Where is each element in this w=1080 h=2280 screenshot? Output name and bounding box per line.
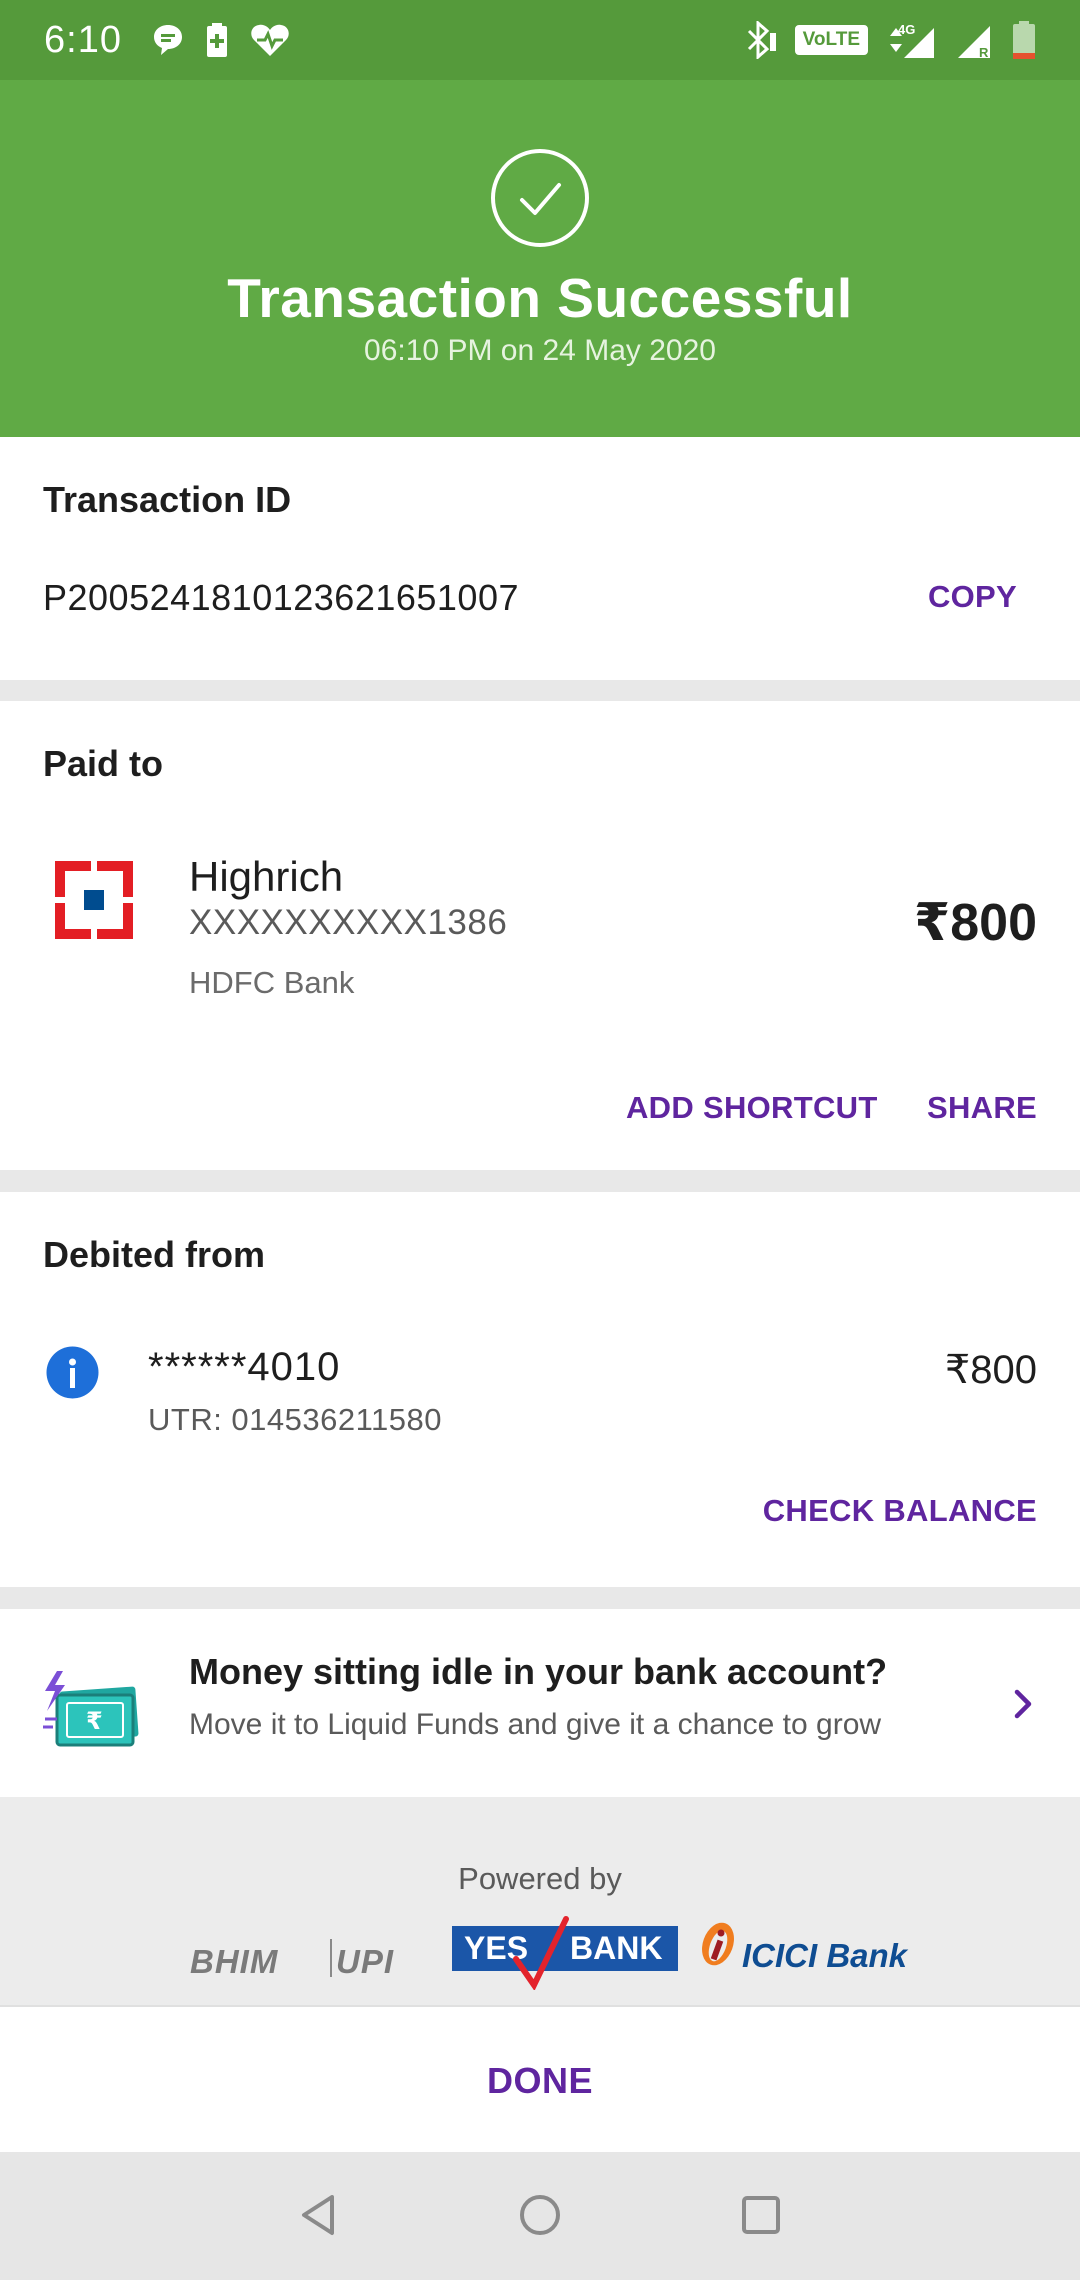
success-title: Transaction Successful — [227, 267, 853, 329]
check-balance-button[interactable]: CHECK BALANCE — [763, 1493, 1037, 1529]
share-button[interactable]: SHARE — [927, 1090, 1037, 1126]
paid-amount: ₹800 — [914, 894, 1037, 952]
liquid-funds-promo-card[interactable]: ₹ Money sitting idle in your bank accoun… — [0, 1609, 1080, 1797]
add-shortcut-button[interactable]: ADD SHORTCUT — [626, 1090, 878, 1126]
battery-saver-icon — [206, 23, 227, 57]
checkmark-icon — [520, 183, 561, 215]
powered-by-label: Powered by — [458, 1861, 622, 1896]
yes-bank-logo-text: BANK — [570, 1930, 663, 1966]
debited-from-label: Debited from — [43, 1234, 266, 1275]
svg-text:₹: ₹ — [86, 1707, 103, 1735]
status-notification-icons — [152, 22, 290, 58]
icici-bank-logo: ICICI Bank — [742, 1937, 908, 1974]
transaction-id-label: Transaction ID — [43, 479, 292, 520]
done-button[interactable]: DONE — [0, 2007, 1080, 2154]
battery-icon — [1013, 21, 1035, 59]
back-icon[interactable] — [292, 2187, 348, 2243]
status-bar: 6:10 VoLTE 4G R — [0, 0, 1080, 80]
copy-button[interactable]: COPY — [928, 579, 1017, 615]
check-circle-icon — [491, 149, 589, 247]
paid-to-card: Paid to Highrich XXXXXXXXXX1386 HDFC Ban… — [0, 701, 1080, 1170]
home-icon[interactable] — [512, 2187, 568, 2243]
upi-logo: UPI — [336, 1943, 395, 1980]
recents-icon[interactable] — [733, 2187, 789, 2243]
volte-icon: VoLTE — [794, 25, 868, 55]
signal-icon: R — [958, 26, 990, 60]
transaction-id-card: Transaction ID P2005241810123621651007 C… — [0, 437, 1080, 680]
hdfc-logo-icon — [55, 861, 133, 939]
paid-to-label: Paid to — [43, 743, 164, 784]
success-header: Transaction Successful 06:10 PM on 24 Ma… — [0, 80, 1080, 437]
debit-account-number: ******4010 — [148, 1345, 341, 1389]
debited-amount: ₹800 — [944, 1348, 1037, 1392]
chevron-right-icon — [1014, 1689, 1032, 1719]
debited-from-card: Debited from ******4010 UTR: 01453621158… — [0, 1192, 1080, 1587]
transaction-id-value: P2005241810123621651007 — [43, 577, 519, 618]
payee-bank-name: HDFC Bank — [189, 965, 355, 1000]
done-section: DONE — [0, 2005, 1080, 2152]
payee-account-number: XXXXXXXXXX1386 — [189, 903, 508, 942]
bluetooth-icon — [747, 21, 776, 59]
transaction-timestamp: 06:10 PM on 24 May 2020 — [364, 334, 716, 367]
utr-number: UTR: 014536211580 — [148, 1402, 443, 1437]
powered-by-section: Powered by BHIM UPI YES BANK ICICI Bank — [0, 1797, 1080, 2005]
yes-bank-tick-icon — [513, 1916, 569, 1990]
bhim-logo: BHIM — [190, 1943, 279, 1980]
bank-icon — [46, 1346, 99, 1399]
roaming-label: R — [979, 45, 989, 60]
icici-logo-icon — [702, 1922, 734, 1966]
system-nav-bar — [0, 2152, 1080, 2280]
promo-subtitle: Move it to Liquid Funds and give it a ch… — [189, 1708, 882, 1741]
logo-divider — [330, 1939, 332, 1977]
status-system-icons: VoLTE 4G R — [743, 20, 1036, 60]
status-time: 6:10 — [44, 18, 122, 61]
promo-title: Money sitting idle in your bank account? — [189, 1651, 888, 1692]
payee-name: Highrich — [189, 853, 344, 900]
signal-icon: 4G — [890, 22, 934, 58]
money-transfer-icon: ₹ — [43, 1671, 139, 1747]
chat-bubble-icon — [153, 25, 182, 55]
heart-icon — [251, 24, 289, 56]
